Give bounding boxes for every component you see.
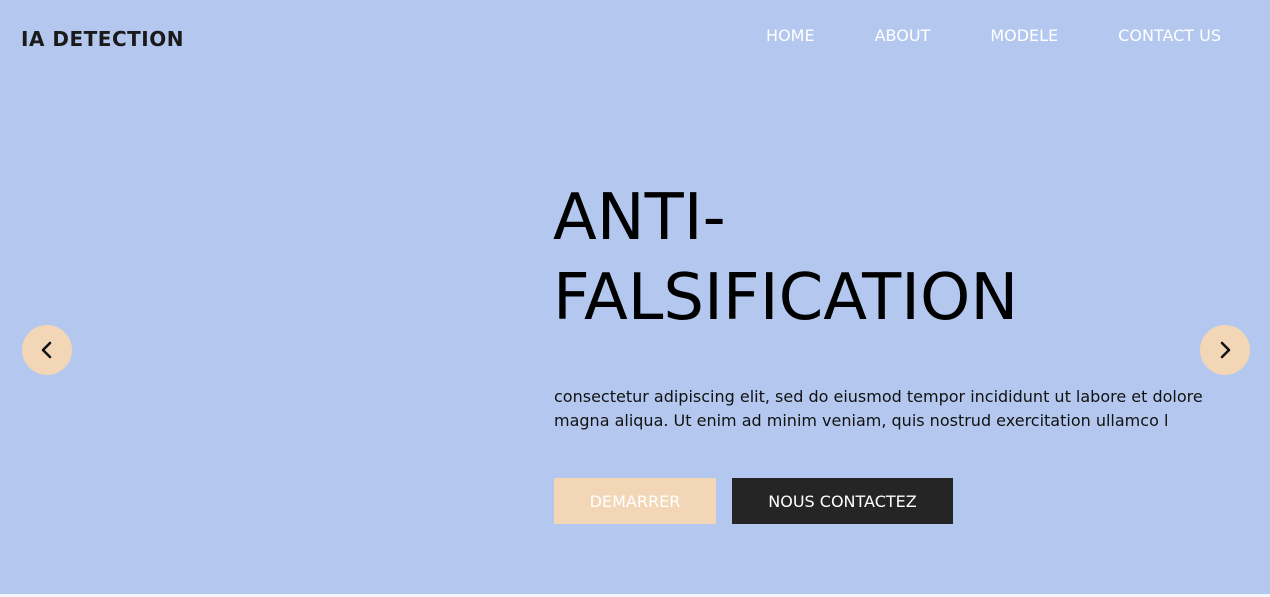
hero-title-line-1: ANTI-	[553, 181, 726, 255]
nav-item-about[interactable]: ABOUT	[875, 26, 931, 45]
nav-item-modele[interactable]: MODELE	[990, 26, 1058, 45]
nav-item-home[interactable]: HOME	[766, 26, 815, 45]
chevron-right-icon	[1218, 341, 1232, 359]
main-nav: HOME ABOUT MODELE CONTACT US	[766, 26, 1221, 45]
chevron-left-icon	[40, 341, 54, 359]
hero-title-line-2: FALSIFICATION	[553, 261, 1019, 335]
carousel-prev-button[interactable]	[22, 325, 72, 375]
hero-title: ANTI- FALSIFICATION	[553, 178, 1113, 338]
brand-logo[interactable]: IA DETECTION	[21, 27, 184, 51]
contact-button[interactable]: NOUS CONTACTEZ	[732, 478, 953, 524]
hero-description: consectetur adipiscing elit, sed do eius…	[554, 387, 1203, 430]
start-button[interactable]: DEMARRER	[554, 478, 716, 524]
carousel-next-button[interactable]	[1200, 325, 1250, 375]
hero-section: IA DETECTION HOME ABOUT MODELE CONTACT U…	[0, 0, 1270, 594]
nav-item-contact-us[interactable]: CONTACT US	[1118, 26, 1221, 45]
